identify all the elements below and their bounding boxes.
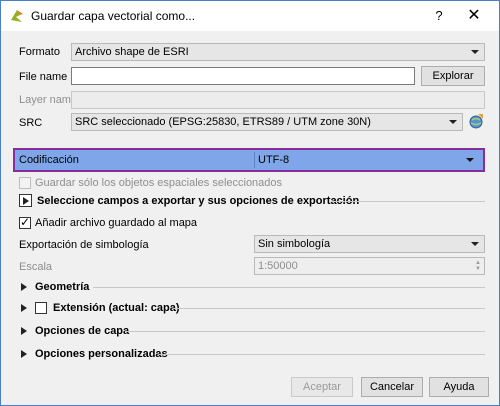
qgis-icon: [11, 10, 23, 22]
solo-seleccionados-checkbox[interactable]: [19, 177, 31, 189]
campos-expand-button[interactable]: [19, 194, 32, 207]
cancelar-button[interactable]: Cancelar: [361, 377, 423, 397]
src-value: SRC seleccionado (EPSG:25830, ETRS89 / U…: [75, 116, 371, 128]
escala-spinbox[interactable]: 1:50000 ▲ ▼: [254, 257, 485, 275]
formato-value: Archivo shape de ESRI: [75, 46, 189, 58]
solo-seleccionados-label: Guardar sólo los objetos espaciales sele…: [35, 177, 283, 189]
simbologia-label: Exportación de simbología: [19, 239, 149, 251]
formato-label: Formato: [19, 46, 60, 58]
help-title-button[interactable]: ?: [429, 7, 449, 25]
ayuda-button[interactable]: Ayuda: [429, 377, 489, 397]
divider: [159, 354, 485, 355]
chevron-down-icon: [449, 120, 457, 124]
escala-value: 1:50000: [258, 260, 298, 272]
codificacion-label: Codificación: [19, 154, 79, 166]
divider: [93, 287, 485, 288]
expand-arrow-icon: [23, 197, 29, 205]
anadir-mapa-label: Añadir archivo guardado al mapa: [35, 217, 198, 229]
chevron-down-icon: [471, 50, 479, 54]
explorar-button[interactable]: Explorar: [421, 66, 485, 86]
codificacion-value: UTF-8: [258, 154, 290, 166]
title-bar: Guardar capa vectorial como... ? ✕: [1, 1, 499, 31]
simbologia-value: Sin simbología: [258, 238, 331, 250]
divider: [173, 308, 485, 309]
expand-arrow-icon[interactable]: [21, 350, 27, 358]
aceptar-button[interactable]: Aceptar: [291, 377, 353, 397]
filename-input[interactable]: [71, 67, 415, 85]
src-label: SRC: [19, 117, 43, 129]
divider: [125, 331, 485, 332]
window-title: Guardar capa vectorial como...: [31, 9, 196, 23]
divider: [331, 201, 485, 202]
simbologia-combo[interactable]: Sin simbología: [254, 235, 485, 253]
filename-label: File name: [19, 71, 68, 83]
campos-section-title[interactable]: Seleccione campos a exportar y sus opcio…: [37, 195, 359, 207]
escala-label: Escala: [19, 261, 53, 273]
close-button[interactable]: ✕: [463, 7, 485, 25]
chevron-down-icon: [466, 158, 474, 162]
save-vector-layer-dialog: Guardar capa vectorial como... ? ✕ Forma…: [0, 0, 500, 406]
layername-input[interactable]: [71, 91, 485, 109]
opciones-capa-section-title[interactable]: Opciones de capa: [35, 325, 129, 337]
extension-section-title[interactable]: Extensión (actual: capa): [53, 302, 180, 314]
expand-arrow-icon[interactable]: [21, 283, 27, 291]
spin-arrows-icon: ▲ ▼: [475, 260, 481, 272]
expand-arrow-icon[interactable]: [21, 304, 27, 312]
formato-combo[interactable]: Archivo shape de ESRI: [71, 43, 485, 61]
src-combo[interactable]: SRC seleccionado (EPSG:25830, ETRS89 / U…: [71, 113, 463, 131]
chevron-down-icon: [471, 242, 479, 246]
geometria-section-title[interactable]: Geometría: [35, 281, 89, 293]
layername-label: Layer name: [19, 94, 78, 106]
anadir-mapa-checkbox[interactable]: ✓: [19, 215, 31, 229]
codificacion-combo[interactable]: UTF-8: [254, 152, 479, 168]
checkmark-icon: ✓: [20, 215, 31, 229]
codificacion-row: Codificación UTF-8: [13, 148, 485, 172]
expand-arrow-icon[interactable]: [21, 327, 27, 335]
opciones-personalizadas-section-title[interactable]: Opciones personalizadas: [35, 348, 168, 360]
extension-checkbox[interactable]: [35, 302, 47, 314]
crs-selector-icon[interactable]: [467, 113, 485, 131]
